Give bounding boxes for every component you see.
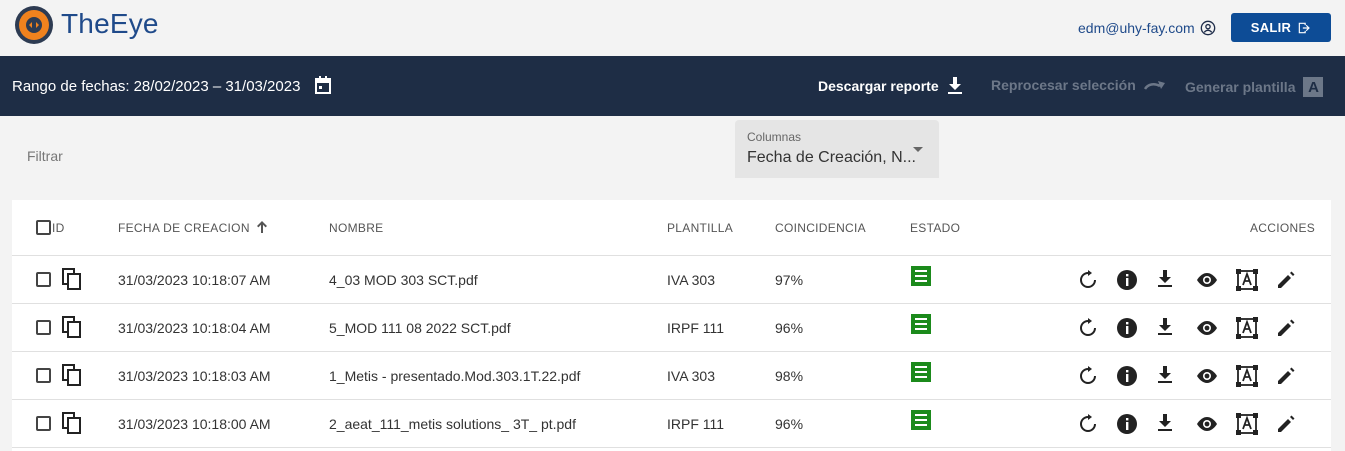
receipt-icon [910, 409, 932, 431]
logo-icon [15, 6, 53, 44]
reprocess-icon[interactable] [1078, 318, 1098, 343]
header-date[interactable]: FECHA DE CREACION [118, 221, 268, 235]
columns-value: Fecha de Creación, N... [747, 149, 916, 166]
template-icon[interactable] [1235, 364, 1259, 393]
logout-label: SALIR [1250, 20, 1292, 35]
view-icon[interactable] [1195, 416, 1219, 437]
download-icon [947, 77, 962, 94]
row-match: 98% [775, 368, 804, 384]
row-date: 31/03/2023 10:18:03 AM [118, 368, 271, 384]
header-actions: ACCIONES [1250, 221, 1316, 235]
download-report-label: Descargar reporte [818, 78, 939, 94]
view-icon[interactable] [1195, 272, 1219, 293]
report-toolbar: Rango de fechas: 28/02/2023 – 31/03/2023 … [0, 56, 1345, 116]
receipt-icon [910, 313, 932, 335]
row-name: 5_MOD 111 08 2022 SCT.pdf [329, 320, 511, 336]
table-row[interactable]: 31/03/2023 10:18:04 AM 5_MOD 111 08 2022 … [12, 304, 1331, 352]
copy-icon[interactable] [62, 316, 82, 343]
row-match: 97% [775, 272, 804, 288]
reprocess-icon[interactable] [1078, 366, 1098, 391]
header-name[interactable]: NOMBRE [329, 221, 383, 235]
template-icon[interactable] [1235, 412, 1259, 441]
brand-name: TheEye [61, 8, 159, 39]
info-icon[interactable] [1116, 317, 1138, 344]
user-account[interactable]: edm@uhy-fay.com [1078, 20, 1216, 36]
redo-arrow-icon [1143, 81, 1165, 90]
table-row[interactable]: 31/03/2023 10:18:07 AM 4_03 MOD 303 SCT.p… [12, 256, 1331, 304]
edit-icon[interactable] [1276, 270, 1296, 295]
download-report-button[interactable]: Descargar reporte [818, 77, 963, 95]
row-checkbox[interactable] [36, 272, 51, 287]
download-icon[interactable] [1157, 366, 1173, 389]
logout-icon [1299, 22, 1311, 33]
header-status[interactable]: ESTADO [910, 221, 960, 235]
copy-icon[interactable] [62, 412, 82, 439]
reprocess-selection-button[interactable]: Reprocesar selección [991, 77, 1166, 93]
row-template: IRPF 111 [667, 416, 725, 432]
info-icon[interactable] [1116, 269, 1138, 296]
reprocess-icon[interactable] [1078, 270, 1098, 295]
table-row[interactable]: 31/03/2023 10:18:03 AM 1_Metis - presenta… [12, 352, 1331, 400]
receipt-icon [910, 361, 932, 383]
generate-template-button[interactable]: Generar plantilla A [1185, 77, 1324, 97]
template-badge-icon: A [1303, 77, 1324, 97]
reprocess-icon[interactable] [1078, 414, 1098, 439]
copy-icon[interactable] [62, 268, 82, 295]
download-icon[interactable] [1157, 318, 1173, 341]
row-name: 2_aeat_111_metis solutions_ 3T_ pt.pdf [329, 416, 576, 432]
generate-template-label: Generar plantilla [1185, 79, 1296, 95]
account-circle-icon [1200, 20, 1215, 36]
user-email: edm@uhy-fay.com [1078, 20, 1195, 36]
edit-icon[interactable] [1276, 366, 1296, 391]
select-all-checkbox[interactable] [36, 220, 51, 235]
row-match: 96% [775, 320, 804, 336]
date-range-label: Rango de fechas: [12, 78, 130, 95]
row-match: 96% [775, 416, 804, 432]
row-checkbox[interactable] [36, 368, 51, 383]
documents-table: ID FECHA DE CREACION NOMBRE PLANTILLA CO… [12, 200, 1331, 451]
reprocess-selection-label: Reprocesar selección [991, 77, 1136, 93]
copy-icon[interactable] [62, 364, 82, 391]
columns-label: Columnas [747, 130, 802, 144]
receipt-icon [910, 265, 932, 287]
info-icon[interactable] [1116, 365, 1138, 392]
date-range-value: 28/02/2023 – 31/03/2023 [133, 78, 301, 95]
header-date-label: FECHA DE CREACION [118, 221, 250, 235]
row-template: IVA 303 [667, 368, 716, 384]
filter-input[interactable]: Filtrar [27, 148, 63, 164]
row-checkbox[interactable] [36, 320, 51, 335]
edit-icon[interactable] [1276, 318, 1296, 343]
template-icon[interactable] [1235, 316, 1259, 345]
row-checkbox[interactable] [36, 416, 51, 431]
info-icon[interactable] [1116, 413, 1138, 440]
template-icon[interactable] [1235, 268, 1259, 297]
header-template[interactable]: PLANTILLA [667, 221, 733, 235]
row-template: IRPF 111 [667, 320, 725, 336]
row-template: IVA 303 [667, 272, 716, 288]
columns-select[interactable]: Columnas Fecha de Creación, N... [735, 120, 939, 178]
calendar-icon[interactable] [315, 76, 331, 94]
table-header: ID FECHA DE CREACION NOMBRE PLANTILLA CO… [12, 200, 1331, 256]
row-name: 1_Metis - presentado.Mod.303.1T.22.pdf [329, 368, 581, 384]
header-match[interactable]: COINCIDENCIA [775, 221, 866, 235]
download-icon[interactable] [1157, 414, 1173, 437]
row-date: 31/03/2023 10:18:04 AM [118, 320, 271, 336]
row-date: 31/03/2023 10:18:07 AM [118, 272, 271, 288]
view-icon[interactable] [1195, 320, 1219, 341]
date-range: Rango de fechas: 28/02/2023 – 31/03/2023 [12, 78, 300, 95]
caret-down-icon [913, 147, 923, 152]
edit-icon[interactable] [1276, 414, 1296, 439]
top-header: TheEye edm@uhy-fay.com SALIR [0, 0, 1345, 56]
download-icon[interactable] [1157, 270, 1173, 293]
row-name: 4_03 MOD 303 SCT.pdf [329, 272, 478, 288]
table-row[interactable]: 31/03/2023 10:18:00 AM 2_aeat_111_metis s… [12, 400, 1331, 448]
logout-button[interactable]: SALIR [1231, 13, 1331, 42]
view-icon[interactable] [1195, 368, 1219, 389]
row-date: 31/03/2023 10:18:00 AM [118, 416, 271, 432]
header-id: ID [52, 221, 65, 235]
arrow-up-icon [257, 221, 268, 233]
